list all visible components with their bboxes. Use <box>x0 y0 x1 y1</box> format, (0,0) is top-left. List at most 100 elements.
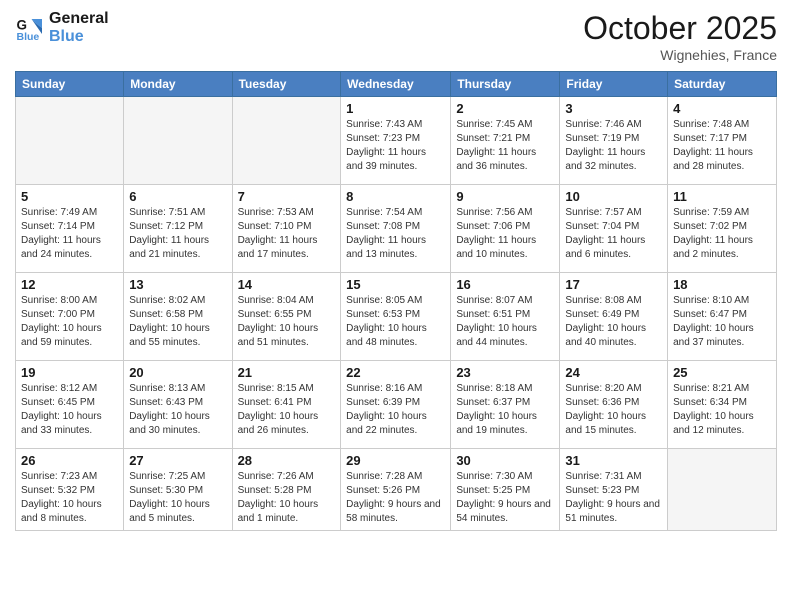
calendar-day-cell: 13 Sunrise: 8:02 AM Sunset: 6:58 PM Dayli… <box>124 273 232 361</box>
calendar-day-cell: 3 Sunrise: 7:46 AM Sunset: 7:19 PM Daylig… <box>560 97 668 185</box>
calendar-day-cell: 9 Sunrise: 7:56 AM Sunset: 7:06 PM Daylig… <box>451 185 560 273</box>
calendar-week-row: 26Sunrise: 7:23 AM Sunset: 5:32 PM Dayli… <box>16 449 777 531</box>
day-info: Sunrise: 7:59 AM Sunset: 7:02 PM Dayligh… <box>673 206 771 262</box>
day-info: Sunrise: 8:15 AM Sunset: 6:41 PM Dayligh… <box>238 382 336 438</box>
day-info: Sunrise: 8:20 AM Sunset: 6:36 PM Dayligh… <box>565 382 662 438</box>
day-info: Sunrise: 7:46 AM Sunset: 7:19 PM Dayligh… <box>565 118 662 174</box>
day-info: Sunrise: 7:28 AM Sunset: 5:26 PM Dayligh… <box>346 470 445 526</box>
day-info: Sunrise: 7:57 AM Sunset: 7:04 PM Dayligh… <box>565 206 662 262</box>
day-number: 7 <box>238 189 336 204</box>
day-number: 9 <box>456 189 554 204</box>
day-number: 23 <box>456 365 554 380</box>
logo-icon: G Blue <box>15 13 45 43</box>
day-info: Sunrise: 7:23 AM Sunset: 5:32 PM Dayligh… <box>21 470 118 526</box>
calendar-day-cell: 26Sunrise: 7:23 AM Sunset: 5:32 PM Dayli… <box>16 449 124 531</box>
day-info: Sunrise: 8:10 AM Sunset: 6:47 PM Dayligh… <box>673 294 771 350</box>
day-info: Sunrise: 8:00 AM Sunset: 7:00 PM Dayligh… <box>21 294 118 350</box>
calendar-day-cell: 23 Sunrise: 8:18 AM Sunset: 6:37 PM Dayli… <box>451 361 560 449</box>
calendar-day-cell: 5 Sunrise: 7:49 AM Sunset: 7:14 PM Daylig… <box>16 185 124 273</box>
month-title: October 2025 <box>583 10 777 47</box>
day-number: 12 <box>21 277 118 292</box>
day-info: Sunrise: 8:13 AM Sunset: 6:43 PM Dayligh… <box>129 382 226 438</box>
calendar-day-cell: 7 Sunrise: 7:53 AM Sunset: 7:10 PM Daylig… <box>232 185 341 273</box>
weekday-header: Tuesday <box>232 72 341 97</box>
calendar-day-cell: 31 Sunrise: 7:31 AM Sunset: 5:23 PM Dayli… <box>560 449 668 531</box>
day-number: 14 <box>238 277 336 292</box>
calendar-day-cell: 20 Sunrise: 8:13 AM Sunset: 6:43 PM Dayli… <box>124 361 232 449</box>
calendar-day-cell <box>16 97 124 185</box>
calendar-day-cell: 15Sunrise: 8:05 AM Sunset: 6:53 PM Dayli… <box>341 273 451 361</box>
title-block: October 2025 Wignehies, France <box>583 10 777 63</box>
day-info: Sunrise: 7:53 AM Sunset: 7:10 PM Dayligh… <box>238 206 336 262</box>
day-info: Sunrise: 7:54 AM Sunset: 7:08 PM Dayligh… <box>346 206 445 262</box>
day-info: Sunrise: 7:26 AM Sunset: 5:28 PM Dayligh… <box>238 470 336 526</box>
day-info: Sunrise: 7:25 AM Sunset: 5:30 PM Dayligh… <box>129 470 226 526</box>
day-number: 11 <box>673 189 771 204</box>
calendar-day-cell: 29 Sunrise: 7:28 AM Sunset: 5:26 PM Dayli… <box>341 449 451 531</box>
day-info: Sunrise: 8:16 AM Sunset: 6:39 PM Dayligh… <box>346 382 445 438</box>
day-info: Sunrise: 7:45 AM Sunset: 7:21 PM Dayligh… <box>456 118 554 174</box>
header: G Blue General Blue October 2025 Wignehi… <box>15 10 777 63</box>
day-info: Sunrise: 8:12 AM Sunset: 6:45 PM Dayligh… <box>21 382 118 438</box>
logo: G Blue General Blue <box>15 10 109 46</box>
weekday-header: Friday <box>560 72 668 97</box>
day-number: 10 <box>565 189 662 204</box>
calendar-week-row: 1 Sunrise: 7:43 AM Sunset: 7:23 PM Daylig… <box>16 97 777 185</box>
day-info: Sunrise: 8:08 AM Sunset: 6:49 PM Dayligh… <box>565 294 662 350</box>
day-number: 31 <box>565 453 662 468</box>
day-number: 5 <box>21 189 118 204</box>
day-info: Sunrise: 7:56 AM Sunset: 7:06 PM Dayligh… <box>456 206 554 262</box>
calendar-day-cell: 25 Sunrise: 8:21 AM Sunset: 6:34 PM Dayli… <box>668 361 777 449</box>
calendar-day-cell: 14Sunrise: 8:04 AM Sunset: 6:55 PM Dayli… <box>232 273 341 361</box>
calendar-day-cell: 22 Sunrise: 8:16 AM Sunset: 6:39 PM Dayli… <box>341 361 451 449</box>
calendar-day-cell: 6Sunrise: 7:51 AM Sunset: 7:12 PM Daylig… <box>124 185 232 273</box>
day-number: 13 <box>129 277 226 292</box>
day-number: 8 <box>346 189 445 204</box>
day-number: 22 <box>346 365 445 380</box>
calendar-container: G Blue General Blue October 2025 Wignehi… <box>0 0 792 612</box>
calendar-day-cell: 1 Sunrise: 7:43 AM Sunset: 7:23 PM Daylig… <box>341 97 451 185</box>
day-number: 28 <box>238 453 336 468</box>
calendar-week-row: 5 Sunrise: 7:49 AM Sunset: 7:14 PM Daylig… <box>16 185 777 273</box>
day-number: 6 <box>129 189 226 204</box>
calendar-day-cell: 11 Sunrise: 7:59 AM Sunset: 7:02 PM Dayli… <box>668 185 777 273</box>
calendar-day-cell: 19Sunrise: 8:12 AM Sunset: 6:45 PM Dayli… <box>16 361 124 449</box>
calendar-day-cell: 2Sunrise: 7:45 AM Sunset: 7:21 PM Daylig… <box>451 97 560 185</box>
svg-text:G: G <box>17 18 28 33</box>
weekday-header: Monday <box>124 72 232 97</box>
day-info: Sunrise: 7:49 AM Sunset: 7:14 PM Dayligh… <box>21 206 118 262</box>
day-number: 30 <box>456 453 554 468</box>
day-info: Sunrise: 7:43 AM Sunset: 7:23 PM Dayligh… <box>346 118 445 174</box>
day-number: 25 <box>673 365 771 380</box>
calendar-day-cell: 28 Sunrise: 7:26 AM Sunset: 5:28 PM Dayli… <box>232 449 341 531</box>
calendar-day-cell: 8 Sunrise: 7:54 AM Sunset: 7:08 PM Daylig… <box>341 185 451 273</box>
day-number: 27 <box>129 453 226 468</box>
calendar-day-cell: 12 Sunrise: 8:00 AM Sunset: 7:00 PM Dayli… <box>16 273 124 361</box>
day-info: Sunrise: 8:18 AM Sunset: 6:37 PM Dayligh… <box>456 382 554 438</box>
day-info: Sunrise: 7:30 AM Sunset: 5:25 PM Dayligh… <box>456 470 554 526</box>
day-number: 24 <box>565 365 662 380</box>
calendar-day-cell: 21 Sunrise: 8:15 AM Sunset: 6:41 PM Dayli… <box>232 361 341 449</box>
day-info: Sunrise: 7:31 AM Sunset: 5:23 PM Dayligh… <box>565 470 662 526</box>
weekday-header: Wednesday <box>341 72 451 97</box>
day-info: Sunrise: 8:02 AM Sunset: 6:58 PM Dayligh… <box>129 294 226 350</box>
calendar-day-cell: 17 Sunrise: 8:08 AM Sunset: 6:49 PM Dayli… <box>560 273 668 361</box>
day-info: Sunrise: 7:48 AM Sunset: 7:17 PM Dayligh… <box>673 118 771 174</box>
calendar-table: SundayMondayTuesdayWednesdayThursdayFrid… <box>15 71 777 531</box>
calendar-week-row: 12 Sunrise: 8:00 AM Sunset: 7:00 PM Dayli… <box>16 273 777 361</box>
day-number: 4 <box>673 101 771 116</box>
day-number: 20 <box>129 365 226 380</box>
calendar-day-cell <box>232 97 341 185</box>
day-number: 29 <box>346 453 445 468</box>
weekday-header-row: SundayMondayTuesdayWednesdayThursdayFrid… <box>16 72 777 97</box>
day-number: 3 <box>565 101 662 116</box>
calendar-day-cell: 27 Sunrise: 7:25 AM Sunset: 5:30 PM Dayli… <box>124 449 232 531</box>
day-number: 1 <box>346 101 445 116</box>
weekday-header: Saturday <box>668 72 777 97</box>
calendar-day-cell <box>668 449 777 531</box>
day-number: 17 <box>565 277 662 292</box>
day-number: 21 <box>238 365 336 380</box>
calendar-day-cell: 4 Sunrise: 7:48 AM Sunset: 7:17 PM Daylig… <box>668 97 777 185</box>
day-info: Sunrise: 8:05 AM Sunset: 6:53 PM Dayligh… <box>346 294 445 350</box>
day-info: Sunrise: 8:21 AM Sunset: 6:34 PM Dayligh… <box>673 382 771 438</box>
